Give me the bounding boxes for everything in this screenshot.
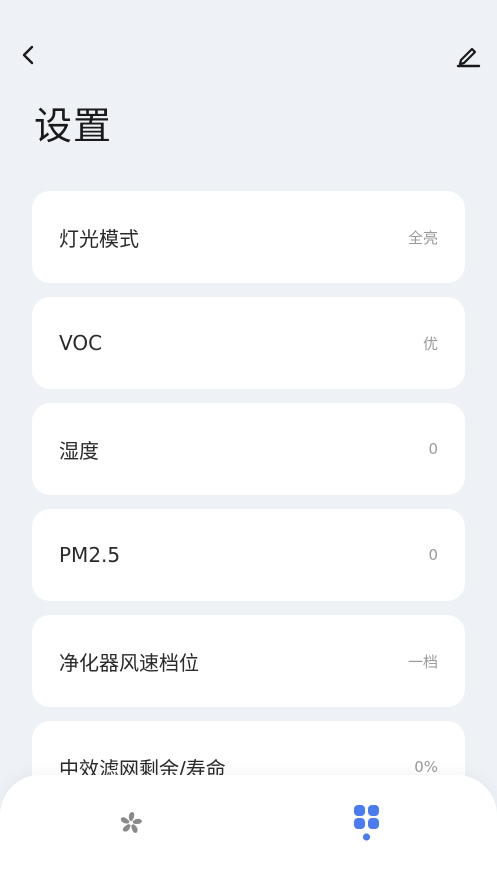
back-chevron-icon xyxy=(22,45,34,65)
bottom-nav xyxy=(0,775,497,883)
setting-item-light-mode[interactable]: 灯光模式 全亮 xyxy=(32,191,465,283)
setting-value: 0% xyxy=(414,758,438,776)
setting-label: PM2.5 xyxy=(59,543,121,567)
edit-button[interactable] xyxy=(451,38,485,72)
setting-label: 湿度 xyxy=(59,438,99,463)
setting-value: 优 xyxy=(422,334,438,353)
settings-list: 灯光模式 全亮 VOC 优 湿度 0 PM2.5 0 净化器风速档位 一档 中效… xyxy=(32,191,465,827)
setting-item-voc[interactable]: VOC 优 xyxy=(32,297,465,389)
setting-label: 灯光模式 xyxy=(59,226,139,251)
setting-value: 全亮 xyxy=(407,228,438,247)
setting-value: 一档 xyxy=(407,652,438,671)
edit-pencil-icon xyxy=(456,47,481,68)
top-bar xyxy=(0,0,497,110)
tab-grid[interactable] xyxy=(337,793,397,853)
setting-label: VOC xyxy=(59,331,103,355)
grid-dots-icon xyxy=(354,805,379,841)
setting-value: 0 xyxy=(428,440,438,458)
back-button[interactable] xyxy=(12,38,46,72)
setting-item-fan-speed[interactable]: 净化器风速档位 一档 xyxy=(32,615,465,707)
setting-item-pm25[interactable]: PM2.5 0 xyxy=(32,509,465,601)
setting-item-humidity[interactable]: 湿度 0 xyxy=(32,403,465,495)
page-title: 设置 xyxy=(34,104,113,148)
setting-value: 0 xyxy=(428,546,438,564)
fan-icon xyxy=(120,812,142,833)
tab-fan[interactable] xyxy=(101,793,161,853)
setting-label: 净化器风速档位 xyxy=(59,650,199,675)
